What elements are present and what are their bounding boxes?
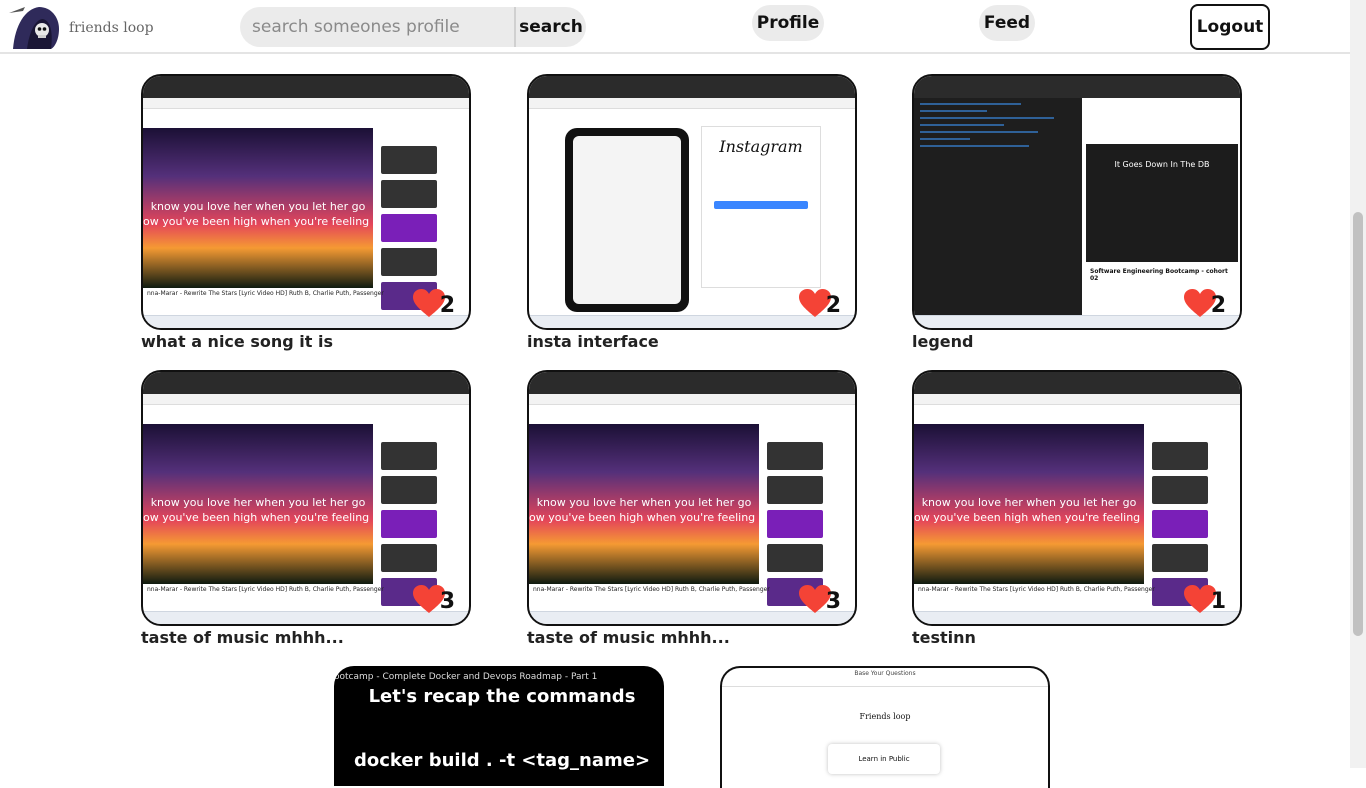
like-control[interactable]: 3: [412, 584, 455, 614]
video-caption: Software Engineering Bootcamp - cohort 0…: [1090, 268, 1228, 282]
search-input[interactable]: [240, 7, 514, 47]
lyric-line: know you love her when you let her go: [150, 496, 366, 509]
post-image[interactable]: ootcamp - Complete Docker and Devops Roa…: [334, 666, 664, 786]
insta-logo-text: Instagram: [719, 137, 803, 156]
post-card[interactable]: know you love her when you let her go ow…: [141, 74, 471, 351]
site-title: Friends loop: [859, 712, 911, 721]
post-caption: taste of music mhhh...: [527, 628, 730, 647]
brand-logo[interactable]: friends loop: [5, 3, 154, 51]
code-editor: [914, 98, 1082, 326]
post-caption: what a nice song it is: [141, 332, 333, 351]
video-caption: nna-Marar - Rewrite The Stars [Lyric Vid…: [147, 290, 384, 297]
post-image[interactable]: know you love her when you let her go ow…: [527, 370, 857, 626]
browser-tab-title: Base Your Questions: [854, 670, 916, 677]
lyric-line: ow you've been high when you're feeling …: [143, 215, 373, 228]
slide-heading: Let's recap the commands: [368, 686, 636, 707]
lyric-line: know you love her when you let her go: [150, 200, 366, 213]
login-panel: Instagram: [701, 126, 821, 288]
top-navbar: friends loop search Profile Feed Logout: [0, 0, 1350, 54]
like-control[interactable]: 3: [798, 584, 841, 614]
post-card[interactable]: know you love her when you let her go ow…: [527, 370, 857, 647]
video-title: It Goes Down In The DB: [1114, 160, 1210, 169]
lyric-line: ow you've been high when you're feeling …: [143, 511, 373, 524]
like-count: 1: [1210, 588, 1226, 614]
lyric-line: ow you've been high when you're feeling …: [914, 511, 1144, 524]
video-frame: know you love her when you let her go ow…: [529, 424, 759, 584]
video-caption: nna-Marar - Rewrite The Stars [Lyric Vid…: [918, 586, 1155, 593]
lyric-line: know you love her when you let her go: [536, 496, 752, 509]
scrollbar-thumb[interactable]: [1353, 212, 1363, 636]
like-count: 2: [439, 292, 455, 318]
post-image[interactable]: Instagram 2: [527, 74, 857, 330]
lyric-line: know you love her when you let her go: [921, 496, 1137, 509]
video-caption: ootcamp - Complete Docker and Devops Roa…: [334, 672, 598, 682]
learn-button: Learn in Public: [828, 744, 940, 774]
post-card[interactable]: Instagram 2 insta interface: [527, 74, 857, 351]
post-image[interactable]: know you love her when you let her go ow…: [141, 370, 471, 626]
logout-button[interactable]: Logout: [1190, 4, 1270, 50]
video-caption: nna-Marar - Rewrite The Stars [Lyric Vid…: [147, 586, 384, 593]
like-control[interactable]: 2: [412, 288, 455, 318]
post-image[interactable]: It Goes Down In The DB Software Engineer…: [912, 74, 1242, 330]
post-card[interactable]: know you love her when you let her go ow…: [912, 370, 1242, 647]
feed-button[interactable]: Feed: [979, 5, 1035, 41]
page-scrollbar[interactable]: [1350, 0, 1366, 768]
like-count: 2: [825, 292, 841, 318]
video-frame: It Goes Down In The DB: [1086, 144, 1238, 262]
post-caption: legend: [912, 332, 974, 351]
post-card[interactable]: know you love her when you let her go ow…: [141, 370, 471, 647]
post-image[interactable]: know you love her when you let her go ow…: [912, 370, 1242, 626]
post-caption: testinn: [912, 628, 976, 647]
profile-button[interactable]: Profile: [752, 5, 824, 41]
video-caption: nna-Marar - Rewrite The Stars [Lyric Vid…: [533, 586, 770, 593]
video-frame: know you love her when you let her go ow…: [914, 424, 1144, 584]
like-control[interactable]: 2: [1183, 288, 1226, 318]
post-caption: taste of music mhhh...: [141, 628, 344, 647]
lyric-line: ow you've been high when you're feeling …: [529, 511, 759, 524]
brand-name: friends loop: [69, 20, 154, 36]
post-image[interactable]: Base Your Questions Friends loop Learn i…: [720, 666, 1050, 788]
search-button[interactable]: search: [514, 7, 586, 47]
like-count: 3: [825, 588, 841, 614]
reaper-logo-icon: [9, 7, 59, 49]
post-caption: insta interface: [527, 332, 659, 351]
like-control[interactable]: 2: [798, 288, 841, 318]
like-count: 2: [1210, 292, 1226, 318]
video-frame: know you love her when you let her go ow…: [143, 424, 373, 584]
post-image[interactable]: know you love her when you let her go ow…: [141, 74, 471, 330]
search-bar: search: [240, 7, 586, 47]
video-frame: know you love her when you let her go ow…: [143, 128, 373, 288]
like-control[interactable]: 1: [1183, 584, 1226, 614]
like-count: 3: [439, 588, 455, 614]
post-card[interactable]: It Goes Down In The DB Software Engineer…: [912, 74, 1242, 351]
